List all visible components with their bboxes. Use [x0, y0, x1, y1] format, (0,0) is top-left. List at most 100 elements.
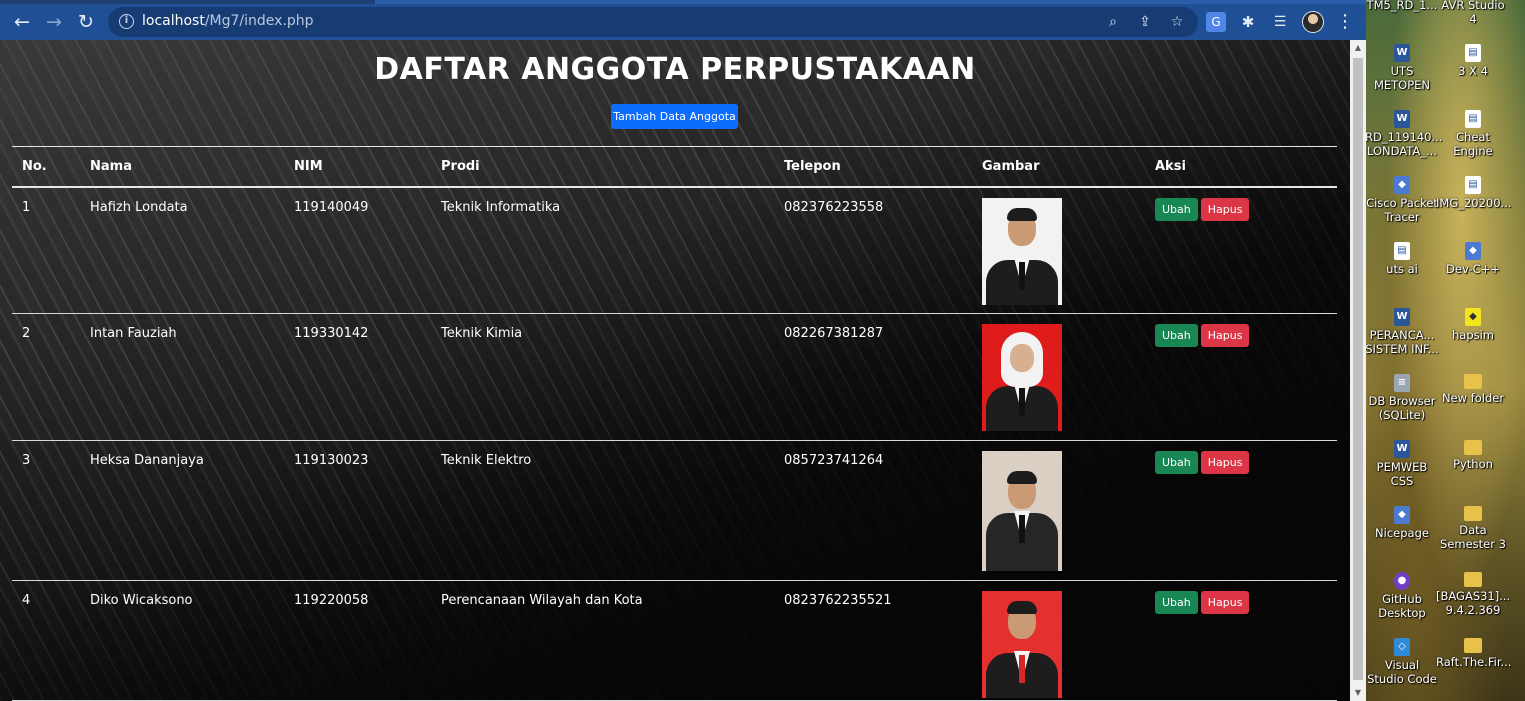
desktop-shortcut[interactable]: ▤ IMG_20200... [1436, 176, 1512, 210]
edit-button[interactable]: Ubah [1155, 591, 1198, 614]
reload-button[interactable]: ↻ [72, 8, 100, 36]
desktop-shortcut-label: TM5_RD_1... [1366, 0, 1438, 12]
cell-no: 3 [22, 453, 31, 468]
delete-button[interactable]: Hapus [1200, 591, 1250, 614]
cell-telepon: 085723741264 [784, 453, 884, 468]
desktop-shortcut[interactable]: New folder [1436, 374, 1510, 405]
scroll-down-icon[interactable]: ▼ [1350, 685, 1366, 701]
desktop-shortcut-label: Raft.The.Fir... [1436, 655, 1512, 669]
share-icon[interactable]: ⇪ [1134, 11, 1156, 33]
page-title: DAFTAR ANGGOTA PERPUSTAKAAN [374, 52, 976, 87]
desktop-shortcut[interactable]: ◆ Dev-C++ [1436, 242, 1510, 276]
cell-telepon: 082267381287 [784, 326, 884, 341]
edit-button[interactable]: Ubah [1155, 197, 1198, 221]
desktop-shortcut[interactable]: Raft.The.Fir... [1436, 638, 1512, 669]
delete-button[interactable]: Hapus [1200, 324, 1250, 347]
cell-aksi: Ubah Hapus [1145, 441, 1337, 581]
desktop-shortcut-label: GitHub Desktop [1378, 592, 1426, 620]
url-host: localhost [142, 13, 205, 29]
edit-button[interactable]: Ubah [1155, 324, 1198, 347]
url-text: localhost/Mg7/index.php [142, 13, 314, 29]
col-telepon: Telepon [784, 158, 841, 174]
app-icon: ◆ [1394, 176, 1410, 194]
cell-gambar [972, 187, 1145, 314]
word-icon: W [1394, 440, 1410, 458]
reading-list-icon[interactable]: ☰ [1270, 12, 1290, 32]
scroll-up-icon[interactable]: ▲ [1350, 40, 1366, 56]
cell-aksi: Ubah Hapus [1145, 187, 1337, 314]
cell-gambar [972, 581, 1145, 701]
add-member-button[interactable]: Tambah Data Anggota [611, 104, 738, 129]
delete-button[interactable]: Hapus [1200, 197, 1250, 221]
browser-menu-icon[interactable]: ⋮ [1336, 10, 1354, 34]
app-icon: ◆ [1465, 242, 1481, 260]
table-row: 3 Heksa Dananjaya 119130023 Teknik Elekt… [12, 441, 1337, 581]
cell-telepon: 0823762235521 [784, 593, 892, 608]
cell-aksi: Ubah Hapus [1145, 314, 1337, 441]
profile-avatar[interactable] [1302, 11, 1324, 33]
bookmark-star-icon[interactable]: ☆ [1166, 11, 1188, 33]
members-table: No. Nama NIM Prodi Telepon Gambar Aksi 1… [12, 146, 1337, 701]
desktop-shortcut[interactable]: ≡ DB Browser (SQLite) [1366, 374, 1439, 422]
table-row: 2 Intan Fauziah 119330142 Teknik Kimia 0… [12, 314, 1337, 441]
cell-prodi: Teknik Elektro [441, 453, 532, 468]
member-photo [982, 197, 1062, 305]
page-viewport: DAFTAR ANGGOTA PERPUSTAKAAN Tambah Data … [0, 40, 1350, 701]
desktop-shortcut-label: AVR Studio 4 [1441, 0, 1505, 26]
back-button[interactable]: ← [8, 8, 36, 36]
desktop-shortcut-label: Cisco Packet Tracer [1366, 196, 1438, 224]
desktop-shortcut[interactable]: ▤ Cheat Engine [1436, 110, 1510, 158]
extensions-puzzle-icon[interactable]: ✱ [1238, 12, 1258, 32]
scrollbar-thumb[interactable] [1353, 58, 1363, 680]
desktop-shortcut-label: Visual Studio Code [1367, 658, 1437, 686]
desktop-shortcut[interactable]: ▤ uts ai [1366, 242, 1439, 276]
cell-no: 2 [22, 326, 31, 341]
cell-nim: 119330142 [294, 326, 369, 341]
desktop-shortcut-label: RD_119140... LONDATA_... [1366, 130, 1443, 158]
desktop-shortcut-label: IMG_20200... [1436, 196, 1512, 210]
cell-aksi: Ubah Hapus [1145, 581, 1337, 701]
folder-icon [1464, 572, 1482, 587]
translate-extension-icon[interactable]: G [1206, 12, 1226, 32]
browser-window: ← → ↻ i localhost/Mg7/index.php ⌕ ⇪ ☆ G … [0, 0, 1366, 701]
folder-icon [1464, 506, 1482, 521]
desktop-shortcut[interactable]: Data Semester 3 [1436, 506, 1510, 551]
desktop-shortcut-label: Nicepage [1375, 526, 1429, 540]
desktop-shortcut[interactable]: W PERANCA... SISTEM INF... [1366, 308, 1439, 356]
table-row: 4 Diko Wicaksono 119220058 Perencanaan W… [12, 581, 1337, 701]
table-row: 1 Hafizh Londata 119140049 Teknik Inform… [12, 187, 1337, 314]
desktop-shortcut[interactable]: ◆ Nicepage [1366, 506, 1439, 540]
cell-nama: Diko Wicaksono [90, 593, 193, 608]
col-prodi: Prodi [441, 158, 480, 174]
desktop-shortcut[interactable]: ◆AVR Studio 4 [1436, 0, 1510, 26]
desktop-shortcut[interactable]: ● GitHub Desktop [1366, 572, 1439, 620]
zoom-icon[interactable]: ⌕ [1102, 11, 1124, 33]
desktop-shortcut[interactable]: ▤TM5_RD_1... [1366, 0, 1439, 12]
desktop-shortcut[interactable]: Python [1436, 440, 1510, 471]
app-icon: ◆ [1465, 308, 1481, 326]
desktop-shortcut[interactable]: W PEMWEB CSS [1366, 440, 1439, 488]
desktop-shortcut-label: UTS METOPEN [1373, 64, 1431, 92]
desktop-shortcut[interactable]: ◆ Cisco Packet Tracer [1366, 176, 1439, 224]
cell-gambar [972, 314, 1145, 441]
delete-button[interactable]: Hapus [1200, 451, 1250, 474]
cell-no: 1 [22, 199, 31, 215]
cell-nim: 119220058 [294, 593, 369, 608]
desktop-shortcut[interactable]: ◇ Visual Studio Code [1366, 638, 1439, 686]
col-no: No. [22, 158, 47, 174]
address-bar[interactable]: i localhost/Mg7/index.php ⌕ ⇪ ☆ [108, 7, 1198, 37]
file-icon: ▤ [1465, 176, 1481, 194]
cell-prodi: Teknik Informatika [441, 199, 561, 215]
table-header-row: No. Nama NIM Prodi Telepon Gambar Aksi [12, 146, 1337, 187]
word-icon: W [1394, 44, 1410, 62]
desktop-shortcut[interactable]: [BAGAS31]... 9.4.2.369 [1436, 572, 1510, 617]
file-icon: ▤ [1394, 242, 1410, 260]
desktop-shortcut[interactable]: W RD_119140... LONDATA_... [1366, 110, 1443, 158]
edit-button[interactable]: Ubah [1155, 451, 1198, 474]
forward-button[interactable]: → [40, 8, 68, 36]
site-info-icon[interactable]: i [119, 14, 134, 29]
desktop-shortcut[interactable]: W UTS METOPEN [1366, 44, 1439, 92]
page-scrollbar[interactable]: ▲ ▼ [1350, 40, 1366, 701]
desktop-shortcut[interactable]: ▤ 3 X 4 [1436, 44, 1510, 78]
desktop-shortcut[interactable]: ◆ hapsim [1436, 308, 1510, 342]
